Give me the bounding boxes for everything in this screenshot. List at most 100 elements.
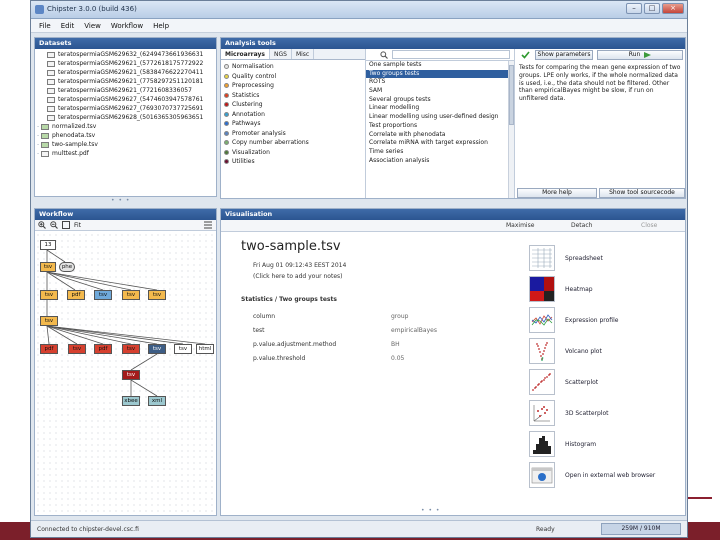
dataset-item[interactable]: teratospermiaGSM629627_(5474603947578761: [37, 95, 216, 104]
tool-search-input[interactable]: [392, 50, 510, 59]
dataset-item[interactable]: - -normalized.tsv: [37, 122, 216, 131]
dataset-notes[interactable]: (Click here to add your notes): [253, 273, 343, 280]
tab-microarrays[interactable]: Microarrays: [221, 49, 270, 59]
tool-category[interactable]: Visualization: [224, 148, 365, 158]
tool-item[interactable]: ROTS: [366, 78, 514, 87]
run-button[interactable]: Run: [597, 50, 683, 60]
workflow-node[interactable]: tsv: [122, 290, 140, 300]
tool-category[interactable]: Promoter analysis: [224, 129, 365, 139]
heatmap-icon[interactable]: [529, 276, 555, 302]
visualization-method-label[interactable]: Scatterplot: [565, 379, 598, 386]
workflow-node[interactable]: pdf: [94, 344, 112, 354]
workflow-node[interactable]: tsv: [174, 344, 192, 354]
workflow-node-phenodata[interactable]: phe: [59, 262, 75, 272]
show-tool-sourcecode-button[interactable]: Show tool sourcecode: [599, 188, 685, 198]
menu-workflow[interactable]: Workflow: [111, 19, 143, 32]
splitter-handle[interactable]: • • •: [111, 197, 130, 204]
dataset-item[interactable]: - -multtest.pdf: [37, 149, 216, 158]
workflow-node[interactable]: tsv: [40, 316, 58, 326]
zoom-in-icon[interactable]: [38, 221, 46, 229]
workflow-node[interactable]: pdf: [40, 344, 58, 354]
tool-item[interactable]: Several groups tests: [366, 96, 514, 105]
search-icon[interactable]: [380, 51, 388, 59]
detach-visualization-button[interactable]: Detach: [571, 221, 592, 231]
3d-scatterplot-icon[interactable]: [529, 400, 555, 426]
tool-item[interactable]: Association analysis: [366, 157, 514, 166]
tool-category[interactable]: Pathways: [224, 119, 365, 129]
menu-help[interactable]: Help: [153, 19, 169, 32]
workflow-node[interactable]: tsv: [68, 344, 86, 354]
maximize-visualization-button[interactable]: Maximise: [506, 221, 534, 231]
tool-category[interactable]: Utilities: [224, 157, 365, 167]
fit-label[interactable]: Fit: [74, 222, 81, 229]
spreadsheet-icon[interactable]: [529, 245, 555, 271]
dataset-item[interactable]: teratospermiaGSM629627_(7693070737725691: [37, 104, 216, 113]
workflow-node[interactable]: xbee: [122, 396, 140, 406]
close-visualization-button[interactable]: Close: [641, 221, 657, 231]
workflow-node[interactable]: pdf: [67, 290, 85, 300]
workflow-node[interactable]: tsv: [148, 290, 166, 300]
workflow-node[interactable]: xml: [148, 396, 166, 406]
tool-item[interactable]: Two groups tests: [366, 69, 514, 79]
web-browser-icon[interactable]: [529, 462, 555, 488]
visualization-method-label[interactable]: Volcano plot: [565, 348, 602, 355]
visualization-method-label[interactable]: Expression profile: [565, 317, 618, 324]
tool-category[interactable]: Clustering: [224, 100, 365, 110]
tool-category[interactable]: Quality control: [224, 72, 365, 82]
memory-indicator[interactable]: 259M / 910M: [601, 523, 681, 535]
tool-item[interactable]: SAM: [366, 87, 514, 96]
visualization-method-label[interactable]: Heatmap: [565, 286, 593, 293]
workflow-node[interactable]: tsv: [40, 290, 58, 300]
tool-category[interactable]: Normalisation: [224, 62, 365, 72]
tool-item[interactable]: Test proportions: [366, 122, 514, 131]
dataset-item[interactable]: teratospermiaGSM629621_(5838476622270411: [37, 68, 216, 77]
tool-category[interactable]: Copy number aberrations: [224, 138, 365, 148]
tool-item[interactable]: One sample tests: [366, 61, 514, 70]
expression-profile-icon[interactable]: [529, 307, 555, 333]
dataset-item[interactable]: - -two-sample.tsv: [37, 140, 216, 149]
tool-item[interactable]: Linear modelling using user-defined desi…: [366, 113, 514, 122]
fit-icon[interactable]: [62, 221, 70, 229]
splitter-handle-bottom[interactable]: • • •: [421, 507, 440, 514]
tool-item[interactable]: Correlate with phenodata: [366, 131, 514, 140]
menu-view[interactable]: View: [84, 19, 101, 32]
maximize-button[interactable]: □: [644, 3, 660, 14]
more-help-button[interactable]: More help: [517, 188, 597, 198]
tool-category[interactable]: Annotation: [224, 110, 365, 120]
histogram-icon[interactable]: [529, 431, 555, 457]
visualization-method-label[interactable]: 3D Scatterplot: [565, 410, 609, 417]
workflow-node[interactable]: tsv: [122, 370, 140, 380]
workflow-node-selected[interactable]: tsv: [148, 344, 166, 354]
workflow-node[interactable]: tsv: [40, 262, 56, 272]
dataset-item[interactable]: teratospermiaGSM629628_(5016365305963651: [37, 113, 216, 122]
workflow-node[interactable]: tsv: [122, 344, 140, 354]
dataset-item[interactable]: teratospermiaGSM629621_(7721608336057: [37, 86, 216, 95]
minimize-button[interactable]: –: [626, 3, 642, 14]
show-parameters-button[interactable]: Show parameters: [535, 50, 593, 60]
volcano-plot-icon[interactable]: [529, 338, 555, 364]
tool-item[interactable]: Time series: [366, 148, 514, 157]
workflow-menu-icon[interactable]: [204, 221, 212, 229]
dataset-item[interactable]: - -phenodata.tsv: [37, 131, 216, 140]
workflow-node[interactable]: tsv: [94, 290, 112, 300]
tool-category[interactable]: Preprocessing: [224, 81, 365, 91]
menu-edit[interactable]: Edit: [61, 19, 75, 32]
close-button[interactable]: ×: [662, 3, 684, 14]
workflow-canvas[interactable]: 13 tsv phe tsv pdf tsv tsv tsv tsv pdf t…: [35, 232, 216, 515]
visualization-method-label[interactable]: Open in external web browser: [565, 472, 655, 479]
tool-item[interactable]: Linear modelling: [366, 104, 514, 113]
dataset-item[interactable]: teratospermiaGSM629632_(6249473661936631: [37, 50, 216, 59]
scatterplot-icon[interactable]: [529, 369, 555, 395]
tab-ngs[interactable]: NGS: [270, 49, 292, 59]
dataset-item[interactable]: teratospermiaGSM629621_(5772618175772922: [37, 59, 216, 68]
menu-file[interactable]: File: [39, 19, 51, 32]
tool-item[interactable]: Correlate miRNA with target expression: [366, 139, 514, 148]
zoom-out-icon[interactable]: [50, 221, 58, 229]
visualization-method-label[interactable]: Histogram: [565, 441, 596, 448]
visualization-method-label[interactable]: Spreadsheet: [565, 255, 603, 262]
workflow-node-root[interactable]: 13: [40, 240, 56, 250]
tool-category[interactable]: Statistics: [224, 91, 365, 101]
tab-misc[interactable]: Misc: [292, 49, 315, 59]
workflow-node[interactable]: html: [196, 344, 214, 354]
dataset-item[interactable]: teratospermiaGSM629621_(7758297251120181: [37, 77, 216, 86]
